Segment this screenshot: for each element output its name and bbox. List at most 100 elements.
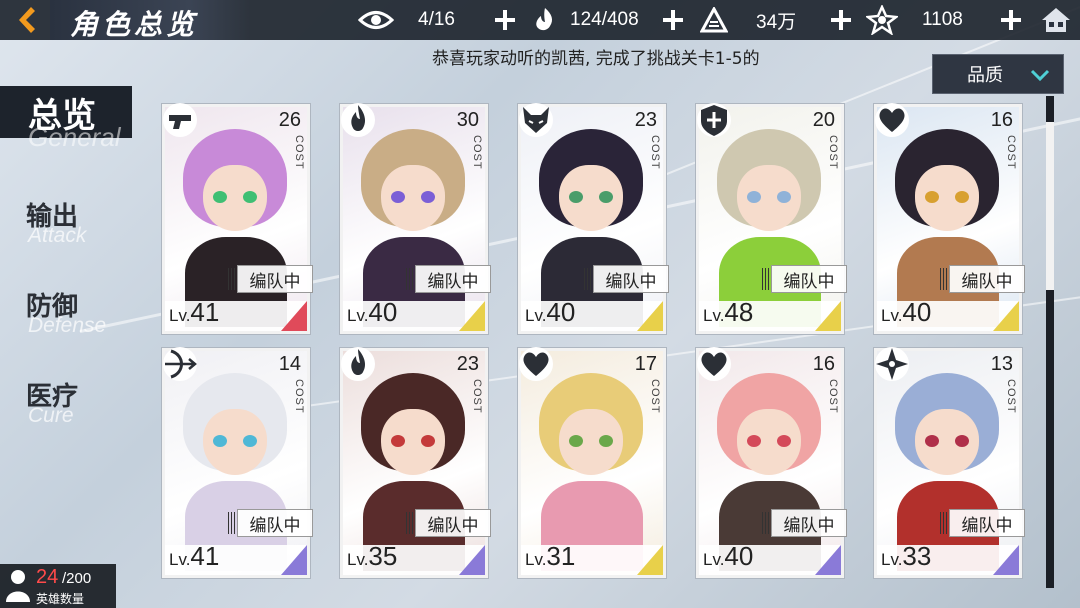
character-card[interactable]: 30 COST 编队中 Lv.40 (339, 101, 491, 334)
card-level-bar: Lv.35 (343, 541, 485, 575)
class-shield-icon (695, 101, 733, 139)
back-button[interactable] (0, 0, 50, 40)
rarity-corner (281, 545, 307, 575)
level-value: 40 (368, 297, 398, 327)
card-cost-label: COST (471, 379, 483, 414)
card-level: Lv.41 (169, 541, 219, 572)
class-heart-icon (695, 345, 733, 383)
level-prefix: Lv. (881, 550, 903, 569)
resource-gem: 1108 (866, 0, 963, 40)
rarity-corner (637, 301, 663, 331)
level-prefix: Lv. (169, 306, 191, 325)
rarity-corner (815, 301, 841, 331)
card-level: Lv.40 (525, 297, 575, 328)
sidebar-item-sublabel: Cure (28, 404, 74, 427)
card-cost-label: COST (649, 135, 661, 170)
coin-icon (700, 7, 728, 33)
rarity-corner (993, 545, 1019, 575)
sidebar-item-defense[interactable]: 防御 Defense (0, 286, 130, 346)
class-flame-icon (339, 101, 377, 139)
level-prefix: Lv. (881, 306, 903, 325)
card-cost-value: 13 (990, 353, 1013, 375)
card-level-bar: Lv.40 (343, 297, 485, 331)
rarity-corner (993, 301, 1019, 331)
card-cost-label: COST (649, 379, 661, 414)
in-team-badge: 编队中 (228, 509, 313, 537)
sort-label: 品质 (967, 65, 1003, 86)
rarity-corner (459, 301, 485, 331)
card-level-bar: Lv.41 (165, 541, 307, 575)
level-prefix: Lv. (347, 306, 369, 325)
card-level: Lv.41 (169, 297, 219, 328)
sidebar-item-general-sublabel: General (28, 122, 121, 152)
level-value: 48 (724, 297, 754, 327)
sidebar-item-sublabel: Attack (28, 224, 87, 247)
scrolling-notice: 恭喜玩家动听的凯茜, 完成了挑战关卡1-5的 (432, 49, 760, 69)
card-cost-value: 14 (278, 353, 301, 375)
card-cost-label: COST (293, 135, 305, 170)
class-gun-icon (161, 101, 199, 139)
card-level-bar: Lv.40 (521, 297, 663, 331)
level-prefix: Lv. (347, 550, 369, 569)
character-card[interactable]: 23 COST 编队中 Lv.35 (339, 345, 491, 578)
card-level: Lv.35 (347, 541, 397, 572)
eye-icon (358, 11, 394, 29)
rarity-corner (281, 301, 307, 331)
card-level: Lv.31 (525, 541, 575, 572)
in-team-badge: 编队中 (940, 265, 1025, 293)
card-cost-value: 16 (812, 353, 835, 375)
add-gem-button[interactable] (1000, 9, 1022, 31)
class-heart-icon (517, 345, 555, 383)
card-level: Lv.33 (881, 541, 931, 572)
add-eye-button[interactable] (494, 9, 516, 31)
card-level: Lv.48 (703, 297, 753, 328)
class-shuriken-icon (873, 345, 911, 383)
card-cost-label: COST (471, 135, 483, 170)
level-value: 35 (368, 541, 398, 571)
person-icon (6, 570, 30, 602)
in-team-badge: 编队中 (228, 265, 313, 293)
home-button[interactable] (1040, 6, 1072, 38)
card-cost-label: COST (827, 135, 839, 170)
level-value: 40 (546, 297, 576, 327)
class-flame-icon (339, 345, 377, 383)
level-prefix: Lv. (525, 550, 547, 569)
hero-count-max: /200 (62, 570, 92, 587)
character-card[interactable]: 26 COST 编队中 Lv.41 (161, 101, 313, 334)
in-team-badge: 编队中 (584, 265, 669, 293)
character-card[interactable]: 23 COST 编队中 Lv.40 (518, 103, 669, 334)
level-prefix: Lv. (525, 306, 547, 325)
sort-quality-dropdown[interactable]: 品质 (932, 54, 1064, 94)
level-value: 41 (190, 297, 220, 327)
card-level-bar: Lv.40 (877, 297, 1019, 331)
character-card[interactable]: 16 COST 编队中 Lv.40 (695, 345, 847, 578)
in-team-badge: 编队中 (762, 509, 847, 537)
card-level-bar: Lv.48 (699, 297, 841, 331)
rarity-corner (459, 545, 485, 575)
card-level-bar: Lv.41 (165, 297, 307, 331)
rarity-corner (815, 545, 841, 575)
scrollbar-thumb[interactable] (1046, 122, 1054, 290)
star-gem-icon (866, 5, 898, 35)
character-card[interactable]: 13 COST 编队中 Lv.33 (873, 345, 1025, 578)
in-team-badge: 编队中 (940, 509, 1025, 537)
add-coin-button[interactable] (830, 9, 852, 31)
page-title: 角色总览 (70, 8, 199, 41)
card-level: Lv.40 (881, 297, 931, 328)
level-value: 33 (902, 541, 932, 571)
level-value: 41 (190, 541, 220, 571)
add-stamina-button[interactable] (662, 9, 684, 31)
level-prefix: Lv. (169, 550, 191, 569)
resource-stamina-value: 124/408 (570, 9, 639, 30)
resource-coin-value: 34万 (756, 11, 797, 33)
sidebar-item-cure[interactable]: 医疗 Cure (0, 376, 130, 436)
card-cost-label: COST (827, 379, 839, 414)
sidebar-item-attack[interactable]: 输出 Attack (0, 196, 130, 256)
character-card[interactable]: 16 COST 编队中 Lv.40 (874, 103, 1025, 334)
rarity-corner (637, 545, 663, 575)
character-card[interactable]: 17 COST Lv.31 (517, 345, 666, 578)
level-prefix: Lv. (703, 306, 725, 325)
card-cost-value: 23 (634, 109, 657, 131)
character-card[interactable]: 20 COST 编队中 Lv.48 (695, 101, 847, 334)
character-card[interactable]: 14 COST 编队中 Lv.41 (162, 347, 313, 578)
